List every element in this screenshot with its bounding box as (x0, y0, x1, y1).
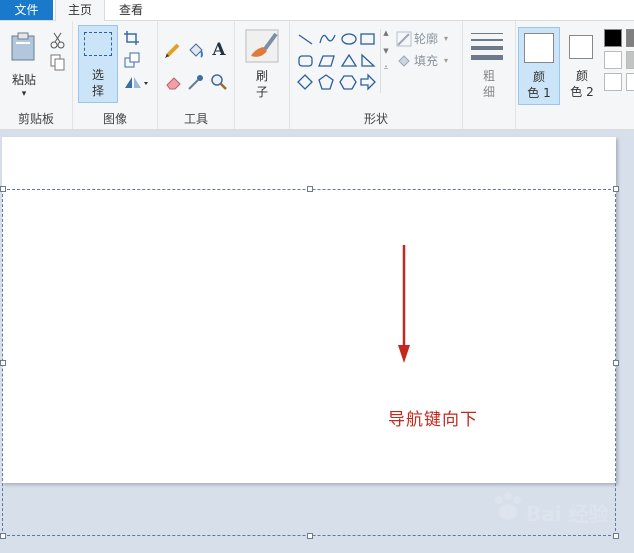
brushes-button[interactable]: 刷 子 (241, 25, 283, 103)
shapes-scrollbar[interactable]: ▲ ▼ ⩡ (380, 29, 391, 93)
canvas-area: 导航键向下 Bai 经验 (0, 130, 634, 553)
palette-swatch-gray[interactable] (626, 29, 634, 47)
selection-handle[interactable] (0, 533, 6, 539)
clipboard-group: 粘贴 ▾ 剪贴板 (0, 21, 73, 129)
size-group: 粗 细 (463, 21, 516, 129)
tab-home[interactable]: 主页 (55, 0, 105, 21)
line-thick-icon (471, 46, 503, 50)
size-label-bottom: 细 (482, 85, 495, 99)
magnifier-icon[interactable] (210, 73, 228, 91)
selection-handle[interactable] (307, 533, 313, 539)
image-group: 选 择 图像 (73, 21, 158, 129)
tools-group: A 工具 (158, 21, 235, 129)
line-thin-icon (471, 33, 503, 34)
fill-icon (398, 55, 410, 67)
color2-label-top: 颜 (575, 69, 588, 83)
color2-swatch (569, 35, 593, 59)
selection-handle[interactable] (613, 533, 619, 539)
palette-swatch[interactable] (626, 73, 634, 91)
color-picker-icon[interactable] (186, 73, 204, 91)
palette-swatch[interactable] (604, 51, 622, 69)
chevron-down-icon: ▾ (444, 34, 449, 43)
ribbon-tabs: 文件 主页 查看 (0, 0, 634, 21)
fill-label: 填充 (414, 54, 439, 68)
image-group-label: 图像 (102, 112, 127, 126)
shapes-group-label: 形状 (363, 112, 388, 126)
eraser-icon[interactable] (164, 73, 182, 91)
palette-swatch-black[interactable] (604, 29, 622, 47)
watermark: Bai 经验 (486, 488, 626, 528)
selection-handle[interactable] (307, 186, 313, 192)
selection-handle[interactable] (613, 186, 619, 192)
shapes-group: ▲ ▼ ⩡ 轮廓 ▾ 填充 ▾ 形状 (290, 21, 463, 129)
select-icon (84, 32, 112, 56)
chevron-down-icon: ▾ (444, 56, 449, 65)
color1-label-top: 颜 (532, 70, 545, 84)
clipboard-group-label: 剪贴板 (17, 112, 54, 126)
color1-button[interactable]: 颜 色 1 (518, 27, 560, 105)
pencil-icon[interactable] (164, 41, 182, 59)
outline-button[interactable]: 轮廓 ▾ (396, 31, 456, 47)
brush-label-top: 刷 (255, 69, 268, 83)
palette-swatch[interactable] (604, 73, 622, 91)
color-palette (604, 29, 634, 109)
tools-group-label: 工具 (183, 112, 208, 126)
watermark-text: Bai 经验 (526, 502, 609, 526)
paw-logo-icon (495, 492, 521, 520)
expand-gallery-icon[interactable]: ⩡ (381, 63, 391, 73)
size-label-top: 粗 (482, 69, 495, 83)
brush-label-bottom: 子 (255, 85, 268, 99)
text-tool-icon[interactable]: A (210, 41, 228, 59)
brush-icon (245, 29, 279, 63)
cut-icon[interactable] (48, 31, 66, 49)
tab-file[interactable]: 文件 (0, 0, 53, 20)
shapes-gallery[interactable] (296, 29, 380, 95)
fill-button[interactable]: 填充 ▾ (396, 53, 456, 69)
paste-label: 粘贴 (11, 73, 36, 87)
paste-button[interactable]: 粘贴 ▾ (6, 27, 42, 101)
palette-swatch[interactable] (626, 51, 634, 69)
rotate-icon[interactable] (123, 73, 149, 91)
resize-icon[interactable] (123, 51, 141, 69)
outline-label: 轮廓 (414, 32, 439, 46)
color1-label-bottom: 色 1 (527, 86, 551, 100)
fill-bucket-icon[interactable] (186, 41, 204, 59)
crop-icon[interactable] (123, 29, 141, 47)
copy-icon[interactable] (48, 53, 66, 71)
brushes-group: 刷 子 (235, 21, 290, 129)
chevron-down-icon[interactable]: ▼ (381, 47, 391, 55)
selection-handle[interactable] (613, 360, 619, 366)
paste-icon (11, 32, 35, 61)
select-label-top: 选 (91, 68, 104, 82)
selection-handle[interactable] (0, 360, 6, 366)
line-medium-icon (471, 39, 503, 41)
line-thickest-icon (471, 55, 503, 60)
outline-icon (396, 31, 412, 47)
select-button[interactable]: 选 择 (78, 25, 118, 103)
color1-swatch (524, 33, 554, 63)
select-label-bottom: 择 (91, 84, 104, 98)
color2-label-bottom: 色 2 (570, 85, 594, 99)
tab-view[interactable]: 查看 (107, 0, 155, 20)
size-button[interactable]: 粗 细 (469, 27, 509, 101)
ribbon: 粘贴 ▾ 剪贴板 选 择 图像 A 工具 刷 子 ▲ ▼ ⩡ 轮廓 ▾ 填充 ▾… (0, 21, 634, 130)
selection-rectangle[interactable] (2, 189, 616, 536)
chevron-down-icon: ▾ (21, 89, 27, 99)
color2-button[interactable]: 颜 色 2 (563, 27, 603, 105)
chevron-up-icon[interactable]: ▲ (381, 29, 391, 37)
selection-handle[interactable] (0, 186, 6, 192)
